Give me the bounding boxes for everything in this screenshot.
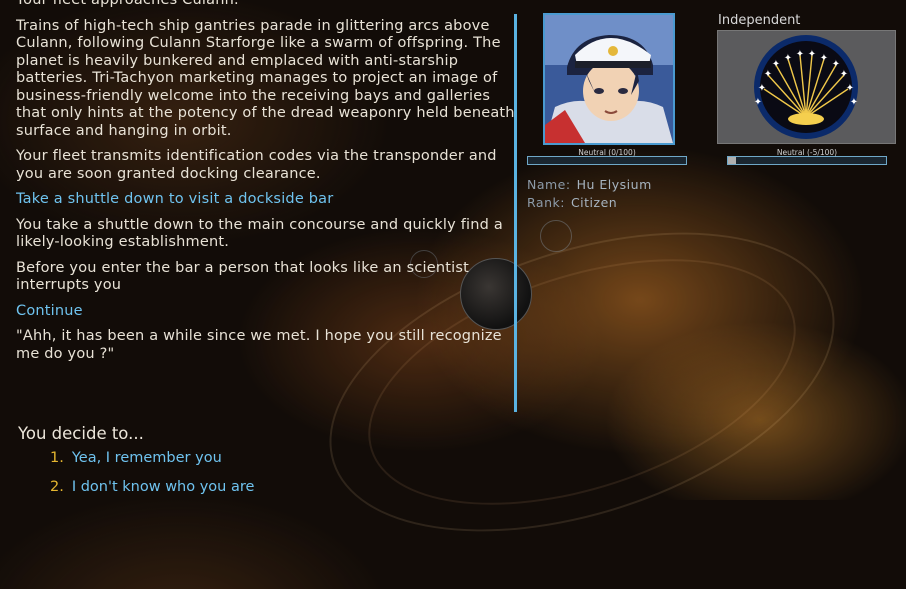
option-number: 1. [50,450,64,466]
rank-label: Rank: [527,195,565,210]
svg-text:✦: ✦ [850,97,858,108]
faction-reputation-label: Neutral (-5/100) [776,148,838,157]
story-paragraph: Trains of high-tech ship gantries parade… [16,17,515,139]
story-paragraph: Before you enter the bar a person that l… [16,259,469,294]
character-portrait [543,13,675,145]
independent-emblem-icon: ✦✦✦ ✦ ✦ ✦ ✦✦✦ ✦✦ ✦ [754,35,858,139]
svg-text:✦: ✦ [808,49,816,60]
option-1[interactable]: 1. Yea, I remember you [50,450,222,466]
panel-divider [514,14,517,412]
faction-reputation-bar [727,156,887,165]
svg-text:✦: ✦ [758,83,766,94]
svg-text:✦: ✦ [754,97,762,108]
character-reputation-bar [527,156,687,165]
decision-prompt: You decide to... [18,424,144,443]
chosen-option: Take a shuttle down to visit a dockside … [16,191,334,207]
name-label: Name: [527,177,571,192]
character-rank: Rank: Citizen [527,195,617,210]
moon [540,220,572,252]
svg-text:✦: ✦ [846,83,854,94]
chosen-option: Continue [16,302,83,319]
svg-text:✦: ✦ [764,69,772,80]
story-paragraph: "Ahh, it has been a while since we met. … [16,328,502,362]
rank-value: Citizen [570,195,618,210]
option-number: 2. [50,479,64,495]
option-label: I don't know who you are [71,479,255,495]
faction-emblem-box: ✦ ✦ ✦ ✦ ✦ ✦ ✦ ✦ ✦ ✦ ✦ ✦ [717,30,896,144]
story-paragraph: Your fleet transmits identification code… [16,148,497,182]
portrait-icon [545,15,673,143]
svg-text:✦: ✦ [784,53,792,64]
name-value: Hu Elysium [576,177,652,192]
character-name: Name: Hu Elysium [527,177,652,192]
character-reputation-label: Neutral (0/100) [578,148,636,157]
option-2[interactable]: 2. I don't know who you are [50,479,254,495]
option-label: Yea, I remember you [71,450,222,466]
faction-title: Independent [718,13,801,28]
svg-text:✦: ✦ [772,59,780,70]
svg-text:✦: ✦ [796,49,804,60]
story-paragraph: You take a shuttle down to the main conc… [16,216,503,251]
story-heading: Your fleet approaches Culann. [16,0,239,8]
svg-text:✦: ✦ [820,53,828,64]
svg-text:✦: ✦ [840,69,848,80]
story-text-panel[interactable]: Your fleet approaches Culann. Trains of … [16,0,516,412]
